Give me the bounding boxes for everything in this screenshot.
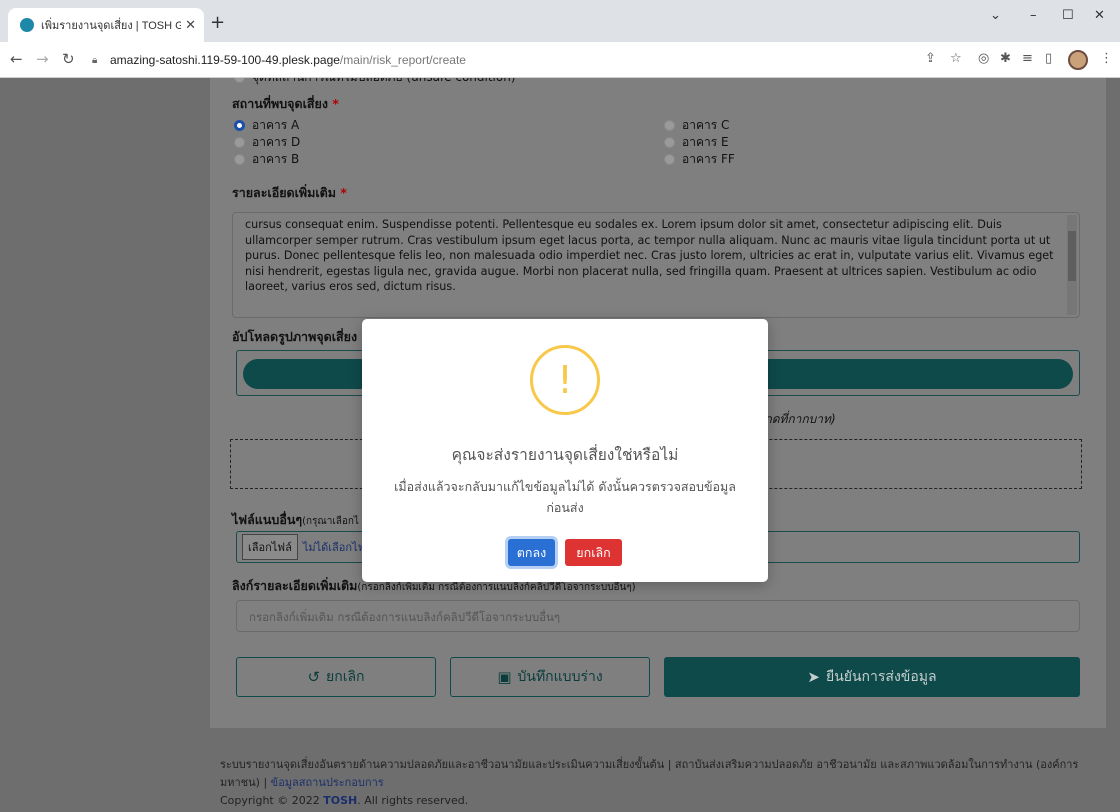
confirm-dialog: ! คุณจะส่งรายงานจุดเสี่ยงใช่หรือไม่ เมื่… <box>362 319 768 582</box>
url-host: amazing-satoshi.119-59-100-49.plesk.page <box>110 53 340 67</box>
upload-label: อัปโหลดรูปภาพจุดเสี่ยง <box>232 329 358 344</box>
radio-checked-icon <box>234 120 245 131</box>
copyright: Copyright © 2022 TOSH. All rights reserv… <box>220 794 469 807</box>
radio-label: อาคาร FF <box>682 152 735 166</box>
camera-icon[interactable]: ◎ <box>978 51 989 66</box>
more-menu-icon[interactable]: ⋮ <box>1100 51 1113 66</box>
radio-location-ff[interactable]: อาคาร FF <box>664 150 735 169</box>
site-favicon-icon <box>20 18 34 32</box>
page-footer: ระบบรายงานจุดเสี่ยงอันตรายด้านความปลอดภั… <box>220 756 1110 810</box>
partial-radio-option[interactable]: จุดที่สถานการณ์ที่ไม่ปลอดภัย (unsafe con… <box>234 78 516 87</box>
side-panel-icon[interactable]: ▯ <box>1045 51 1052 66</box>
detail-textarea[interactable]: cursus consequat enim. Suspendisse poten… <box>232 212 1080 318</box>
floppy-disk-icon: ▣ <box>497 668 512 686</box>
media-icon[interactable]: ≡ <box>1022 51 1033 66</box>
tab-title: เพิ่มรายงานจุดเสี่ยง | TOSH Good Ca <box>41 20 182 32</box>
bookmark-star-icon[interactable]: ☆ <box>950 51 962 66</box>
choose-file-button[interactable]: เลือกไฟล์ <box>242 534 298 560</box>
browser-tab-bar: เพิ่มรายงานจุดเสี่ยง | TOSH Good Ca ✕ + … <box>0 0 1120 42</box>
scrollbar-thumb[interactable] <box>1068 231 1076 281</box>
address-bar: ← → ↻ 🔒︎ amazing-satoshi.119-59-100-49.p… <box>0 42 1120 78</box>
minimize-button[interactable]: – <box>1030 8 1037 23</box>
undo-icon: ↺ <box>307 668 321 686</box>
submit-button[interactable]: ➤ ยืนยันการส่งข้อมูล <box>664 657 1080 697</box>
forward-arrow-icon[interactable]: → <box>36 50 49 68</box>
detail-label: รายละเอียดเพิ่มเติม * <box>232 185 347 200</box>
save-draft-button[interactable]: ▣ บันทึกแบบร่าง <box>450 657 650 697</box>
upload-hint: รกดที่กากบาท) <box>758 412 836 426</box>
confirm-ok-button[interactable]: ตกลง <box>508 539 555 566</box>
radio-icon <box>234 137 245 148</box>
dialog-title: คุณจะส่งรายงานจุดเสี่ยงใช่หรือไม่ <box>451 446 679 464</box>
radio-icon <box>234 154 245 165</box>
radio-label: อาคาร B <box>252 152 300 166</box>
url-path: /main/risk_report/create <box>339 53 466 67</box>
warning-icon: ! <box>530 345 600 415</box>
footer-text: ระบบรายงานจุดเสี่ยงอันตรายด้านความปลอดภั… <box>220 758 1079 789</box>
maximize-button[interactable]: ☐ <box>1062 8 1074 23</box>
profile-avatar[interactable] <box>1068 50 1088 70</box>
radio-location-b[interactable]: อาคาร B <box>234 150 299 169</box>
dialog-message: เมื่อส่งแล้วจะกลับมาแก้ไขข้อมูลไม่ได้ ดั… <box>394 479 736 515</box>
radio-label: จุดที่สถานการณ์ที่ไม่ปลอดภัย (unsafe con… <box>252 78 516 87</box>
close-window-button[interactable]: ✕ <box>1094 8 1105 23</box>
back-arrow-icon[interactable]: ← <box>10 50 23 68</box>
radio-icon <box>664 120 675 131</box>
cancel-button[interactable]: ↺ ยกเลิก <box>236 657 436 697</box>
link-input[interactable]: กรอกลิงก์เพิ่มเติม กรณีต้องการแนบลิงก์คล… <box>236 600 1080 632</box>
paper-plane-icon: ➤ <box>807 668 820 686</box>
new-tab-button[interactable]: + <box>210 12 225 33</box>
tab-search-icon[interactable]: ⌄ <box>990 8 1001 23</box>
other-files-label: ไฟล์แนบอื่นๆ(กรุณาเลือกไ <box>232 512 359 527</box>
footer-link-company-info[interactable]: ข้อมูลสถานประกอบการ <box>271 776 384 789</box>
radio-icon <box>664 154 675 165</box>
radio-icon <box>234 78 245 83</box>
lock-icon: 🔒︎ <box>92 55 98 66</box>
extensions-puzzle-icon[interactable]: ✱ <box>1000 51 1011 66</box>
url-field[interactable]: 🔒︎ amazing-satoshi.119-59-100-49.plesk.p… <box>84 47 944 73</box>
reload-icon[interactable]: ↻ <box>62 50 75 68</box>
dialog-cancel-button[interactable]: ยกเลิก <box>565 539 622 566</box>
share-icon[interactable]: ⇪ <box>925 51 936 66</box>
location-label: สถานที่พบจุดเสี่ยง * <box>232 96 339 111</box>
radio-icon <box>664 137 675 148</box>
browser-tab[interactable]: เพิ่มรายงานจุดเสี่ยง | TOSH Good Ca ✕ <box>8 8 204 42</box>
tab-close-icon[interactable]: ✕ <box>185 18 196 33</box>
footer-brand-link[interactable]: TOSH <box>323 794 357 807</box>
